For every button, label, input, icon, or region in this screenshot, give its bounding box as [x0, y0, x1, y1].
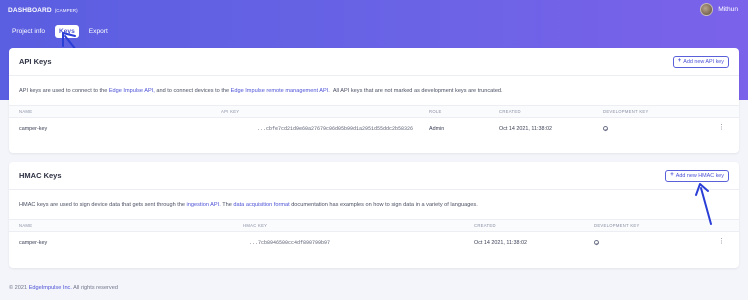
col-created: CREATED [499, 109, 521, 114]
footer-rights: All rights reserved [73, 285, 118, 291]
api-key-value: ...cbfe7cd21d9e60a27679c06d05b99d1a2951d… [257, 126, 414, 132]
desc-text: and to connect devices to the [156, 87, 230, 94]
col-created: CREATED [474, 223, 496, 228]
col-role: ROLE [429, 109, 442, 114]
hmac-keys-card: HMAC Keys + Add new HMAC key HMAC keys a… [9, 162, 739, 268]
hmac-keys-table-header: NAME HMAC KEY CREATED DEVELOPMENT KEY [9, 220, 739, 232]
company-link[interactable]: EdgeImpulse Inc. [29, 285, 72, 291]
desc-text: All API keys that are not marked as deve… [332, 87, 503, 94]
desc-text: HMAC keys are used to sign device data t… [19, 201, 186, 208]
api-keys-header: API Keys + Add new API key [9, 48, 739, 76]
page-title: DASHBOARD (CAMPER) [8, 7, 78, 14]
col-api-key: API KEY [221, 109, 240, 114]
col-name: NAME [19, 109, 33, 114]
plus-icon: + [670, 172, 674, 178]
more-options-icon[interactable]: ⋮ [718, 238, 725, 246]
hmac-keys-header: HMAC Keys + Add new HMAC key [9, 162, 739, 190]
add-api-key-label: Add new API key [683, 58, 724, 65]
check-circle-icon [594, 240, 599, 245]
footer-year: © 2021 [9, 285, 28, 291]
footer: © 2021 EdgeImpulse Inc. All rights reser… [9, 285, 118, 291]
add-hmac-key-button[interactable]: + Add new HMAC key [665, 169, 729, 182]
hmac-key-value: ...7cb8946500cc4df890799b97 [249, 240, 331, 246]
col-development-key: DEVELOPMENT KEY [594, 223, 640, 228]
dashboard-title: DASHBOARD [8, 7, 52, 14]
table-row: camper-key ...7cb8946500cc4df890799b97 O… [9, 232, 739, 254]
ingestion-api-link[interactable]: ingestion API. [187, 202, 221, 208]
col-development-key: DEVELOPMENT KEY [603, 109, 649, 114]
avatar[interactable] [700, 3, 714, 16]
check-circle-icon [603, 126, 608, 131]
tab-export[interactable]: Export [85, 25, 112, 38]
key-name: camper-key [19, 240, 48, 246]
desc-text: documentation has examples on how to sig… [291, 201, 478, 208]
remote-management-api-link[interactable]: Edge Impulse remote management API. [231, 88, 330, 94]
api-keys-card: API Keys + Add new API key API keys are … [9, 48, 739, 153]
plus-icon: + [677, 58, 682, 64]
col-name: NAME [19, 223, 33, 228]
desc-text: The [222, 201, 232, 208]
project-name: (CAMPER) [54, 8, 78, 13]
key-created: Oct 14 2021, 11:38:02 [474, 240, 527, 246]
nav-tabs: Project info Keys Export [8, 25, 112, 38]
key-name: camper-key [19, 126, 48, 132]
username[interactable]: Mithun [718, 6, 738, 13]
edge-impulse-api-link[interactable]: Edge Impulse API, [109, 88, 155, 94]
tab-keys[interactable]: Keys [55, 25, 79, 38]
table-row: camper-key ...cbfe7cd21d9e60a27679c06d05… [9, 118, 739, 140]
col-hmac-key: HMAC KEY [243, 223, 268, 228]
api-keys-table-header: NAME API KEY ROLE CREATED DEVELOPMENT KE… [9, 106, 739, 118]
add-api-key-button[interactable]: + Add new API key [672, 55, 729, 68]
key-created: Oct 14 2021, 11:38:02 [499, 126, 552, 132]
hmac-keys-description: HMAC keys are used to sign device data t… [9, 190, 739, 220]
api-keys-title: API Keys [19, 57, 52, 66]
api-keys-description: API keys are used to connect to the Edge… [9, 76, 739, 106]
key-role: Admin [429, 126, 445, 132]
add-hmac-key-label: Add new HMAC key [675, 172, 724, 179]
hmac-keys-title: HMAC Keys [19, 171, 62, 180]
user-menu[interactable]: Mithun [700, 3, 738, 16]
tab-project-info[interactable]: Project info [8, 25, 49, 38]
desc-text: API keys are used to connect to the [19, 87, 108, 94]
data-acquisition-format-link[interactable]: data acquisition format [233, 202, 289, 208]
more-options-icon[interactable]: ⋮ [718, 124, 725, 132]
